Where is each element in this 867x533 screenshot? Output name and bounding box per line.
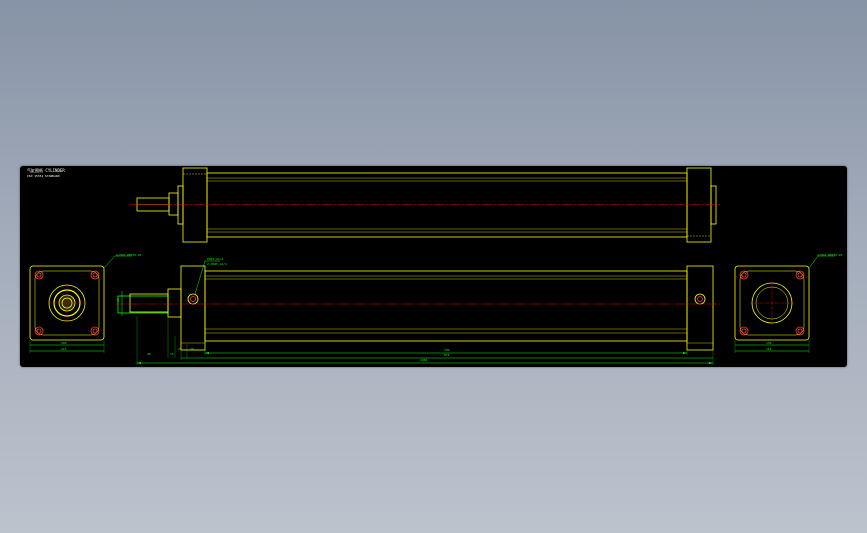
small-c-dimension: 30	[190, 347, 194, 351]
rod-ext-dimension: 48	[147, 352, 151, 356]
rod-nut-front	[167, 288, 182, 318]
port-sub-callout: 2-PORT G1/4	[207, 262, 227, 266]
rear-view-note: 4-M10 DEPTH 20	[817, 253, 843, 257]
left-flange-dimension: 100	[61, 341, 67, 345]
front-view-note: 4-M10 DEPTH 20	[116, 253, 142, 257]
body-dimension: 874	[444, 353, 450, 357]
overall-dimension: 1068	[420, 358, 428, 362]
right-bore-dimension: 130	[766, 341, 772, 345]
front-port	[187, 293, 199, 305]
right-end-view	[734, 265, 810, 341]
left-width-dimension: 116	[61, 347, 67, 351]
rod-nut-top	[168, 192, 179, 216]
front-cap-front	[180, 265, 206, 351]
dimension-lines	[29, 255, 835, 365]
stroke-dimension: 700	[444, 348, 450, 352]
right-width-dimension: 116	[766, 347, 772, 351]
left-end-view	[29, 265, 105, 341]
rear-cap-top	[686, 167, 712, 243]
small-a-dimension: 15	[170, 352, 174, 356]
piston-rod-front	[129, 293, 169, 313]
front-cap-top	[182, 167, 208, 243]
front-view	[117, 265, 714, 351]
barrel-front	[204, 270, 688, 342]
top-view	[136, 167, 717, 243]
drawing-canvas[interactable]: 气缸图纸 CYLINDER ISO 15552 STANDARD 4-M10 D…	[20, 166, 847, 367]
small-b-dimension: 25	[178, 347, 182, 351]
rod-extension-dim	[117, 295, 169, 314]
rear-port	[694, 293, 706, 305]
rear-cap-front	[686, 265, 714, 351]
barrel-top	[206, 172, 688, 238]
title-line-2: ISO 15552 STANDARD	[27, 174, 60, 178]
rod-dimension: 32	[115, 298, 120, 302]
front-port-callout: PORT G1/4	[207, 257, 224, 261]
cad-drawing	[29, 167, 835, 365]
title-line-1: 气缸图纸 CYLINDER	[27, 168, 65, 173]
